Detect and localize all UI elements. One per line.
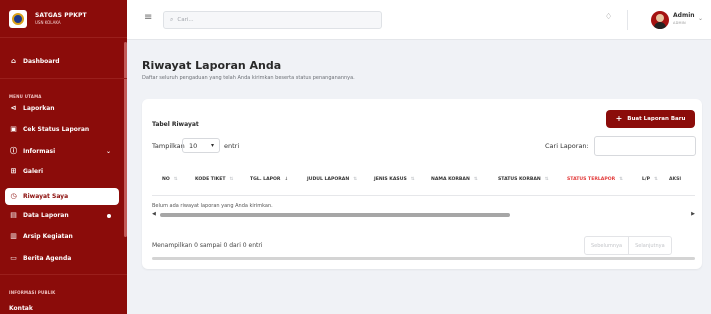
empty-message: Belum ada riwayat laporan yang Anda kiri…: [152, 203, 273, 209]
sort-icon: ⇅: [653, 177, 658, 182]
brand-title: SATGAS PPKPT: [35, 11, 87, 19]
home-icon: ⌂: [10, 57, 16, 65]
entries-label: entri: [224, 142, 240, 150]
bell-icon[interactable]: ♢: [605, 13, 612, 21]
table-header: NO ⇅ KODE TIKET ⇅ TGL. LAPOR ↓ JUDUL LAPORA…: [152, 177, 695, 191]
column-kode-tiket[interactable]: KODE TIKET ⇅: [195, 177, 233, 182]
sidebar-item-berita-agenda[interactable]: ▭ Berita Agenda: [5, 250, 119, 267]
column-nama-korban[interactable]: NAMA KORBAN ⇅: [431, 177, 478, 182]
sidebar-item-label: Kontak: [9, 305, 33, 312]
sort-icon: ⇅: [619, 177, 623, 182]
page-title: Riwayat Laporan Anda: [142, 59, 282, 72]
sidebar-item-dashboard[interactable]: ⌂ Dashboard: [5, 53, 119, 70]
divider: [627, 10, 628, 30]
sidebar-item-label: Informasi: [23, 148, 56, 155]
page-subtitle: Daftar seluruh pengaduan yang telah Anda…: [142, 75, 355, 81]
history-icon: ◷: [10, 192, 17, 200]
divider: [0, 274, 127, 275]
divider: [0, 78, 127, 79]
sort-icon: ⇅: [229, 177, 234, 182]
column-judul-laporan[interactable]: JUDUL LAPORAN ⇅: [307, 177, 357, 182]
search-label: Cari Laporan:: [545, 142, 589, 150]
logo-icon: [9, 9, 27, 28]
menu-icon[interactable]: ≡: [144, 13, 152, 23]
sidebar-item-arsip-kegiatan[interactable]: ▥ Arsip Kegiatan: [5, 228, 119, 245]
scroll-left-icon[interactable]: ◀: [152, 211, 156, 217]
table-horizontal-scrollbar[interactable]: ◀ ▶: [152, 211, 695, 218]
scroll-thumb[interactable]: [160, 213, 510, 217]
chevron-down-icon: ▾: [210, 142, 214, 149]
sort-icon: ⇅: [544, 177, 549, 182]
entries-value: 10: [189, 141, 198, 150]
sidebar-item-label: Data Laporan: [23, 212, 69, 219]
sort-icon: ⇅: [473, 177, 478, 182]
sort-desc-icon: ↓: [284, 177, 289, 182]
sidebar-item-label: Berita Agenda: [23, 255, 72, 262]
column-status-terlapor[interactable]: STATUS TERLAPOR ⇅: [567, 177, 623, 182]
notification-dot: [107, 213, 111, 218]
show-label: Tampilkan: [152, 142, 185, 150]
clipboard-icon: ▣: [10, 125, 17, 133]
card-bottom-scrollbar[interactable]: [152, 257, 695, 260]
search-icon: ⌕: [170, 16, 174, 23]
sort-icon: ⇅: [410, 177, 415, 182]
prev-page-button[interactable]: Sebelumnya: [585, 237, 628, 254]
sidebar-item-informasi[interactable]: ⓘ Informasi ⌄: [5, 143, 119, 160]
sidebar-item-label: Laporkan: [23, 105, 55, 112]
info-icon: ⓘ: [10, 147, 17, 155]
column-tgl-lapor[interactable]: TGL. LAPOR ↓: [250, 177, 288, 182]
new-report-label: Buat Laporan Baru: [627, 116, 686, 122]
topbar: ≡ ⌕ Cari... ♢ Admin ADMIN ⌄: [127, 0, 711, 40]
search-input[interactable]: ⌕ Cari...: [163, 11, 382, 29]
megaphone-icon: ⊲: [10, 104, 17, 112]
sidebar-item-kontak[interactable]: Kontak: [5, 300, 119, 314]
entries-select[interactable]: 10 ▾: [182, 138, 220, 153]
search-placeholder: Cari...: [177, 17, 194, 23]
brand-subtitle: USN KOLAKA: [35, 19, 61, 25]
sidebar-scrollbar[interactable]: [124, 42, 127, 237]
column-status-korban[interactable]: STATUS KORBAN ⇅: [498, 177, 549, 182]
news-icon: ▭: [10, 254, 17, 262]
sidebar: SATGAS PPKPT USN KOLAKA ⌂ Dashboard MENU…: [0, 0, 127, 314]
gallery-icon: ⊞: [10, 167, 17, 175]
document-icon: ▤: [10, 211, 17, 219]
table-divider: [152, 195, 695, 196]
column-lp[interactable]: L/P ⇅: [642, 177, 658, 182]
sidebar-item-laporkan[interactable]: ⊲ Laporkan: [5, 100, 119, 117]
sidebar-item-label: Dashboard: [23, 58, 60, 65]
sidebar-item-label: Galeri: [23, 168, 44, 175]
user-name[interactable]: Admin: [673, 12, 695, 19]
sidebar-item-riwayat-saya[interactable]: ◷ Riwayat Saya: [5, 188, 119, 205]
card-title: Tabel Riwayat: [152, 121, 199, 128]
chevron-down-icon[interactable]: ⌄: [698, 15, 703, 22]
sidebar-item-cek-status[interactable]: ▣ Cek Status Laporan: [5, 121, 119, 138]
avatar[interactable]: [651, 11, 669, 29]
sidebar-item-label: Cek Status Laporan: [23, 126, 90, 133]
sidebar-item-label: Riwayat Saya: [23, 193, 69, 200]
section-label-public: INFORMASI PUBLIK: [9, 290, 56, 295]
sort-icon: ⇅: [173, 177, 178, 182]
column-aksi[interactable]: AKSI: [669, 177, 681, 182]
next-page-button[interactable]: Selanjutnya: [628, 237, 671, 254]
report-search-input[interactable]: [594, 136, 696, 156]
archive-icon: ▥: [10, 232, 17, 240]
section-label-main: MENU UTAMA: [9, 94, 42, 99]
history-card: Tabel Riwayat + Buat Laporan Baru Tampil…: [142, 99, 702, 269]
chevron-down-icon: ⌄: [105, 148, 111, 155]
column-jenis-kasus[interactable]: JENIS KASUS ⇅: [374, 177, 415, 182]
plus-icon: +: [615, 114, 623, 123]
sidebar-item-galeri[interactable]: ⊞ Galeri: [5, 163, 119, 180]
pagination: Sebelumnya Selanjutnya: [584, 236, 672, 255]
new-report-button[interactable]: + Buat Laporan Baru: [606, 110, 695, 128]
user-role: ADMIN: [673, 21, 686, 25]
pagination-info: Menampilkan 0 sampai 0 dari 0 entri: [152, 242, 263, 249]
sort-icon: ⇅: [353, 177, 357, 182]
brand[interactable]: SATGAS PPKPT USN KOLAKA: [0, 0, 127, 38]
sidebar-item-data-laporan[interactable]: ▤ Data Laporan: [5, 207, 119, 224]
sidebar-item-label: Arsip Kegiatan: [23, 233, 73, 240]
column-no[interactable]: NO ⇅: [162, 177, 178, 182]
scroll-right-icon[interactable]: ▶: [691, 211, 695, 217]
